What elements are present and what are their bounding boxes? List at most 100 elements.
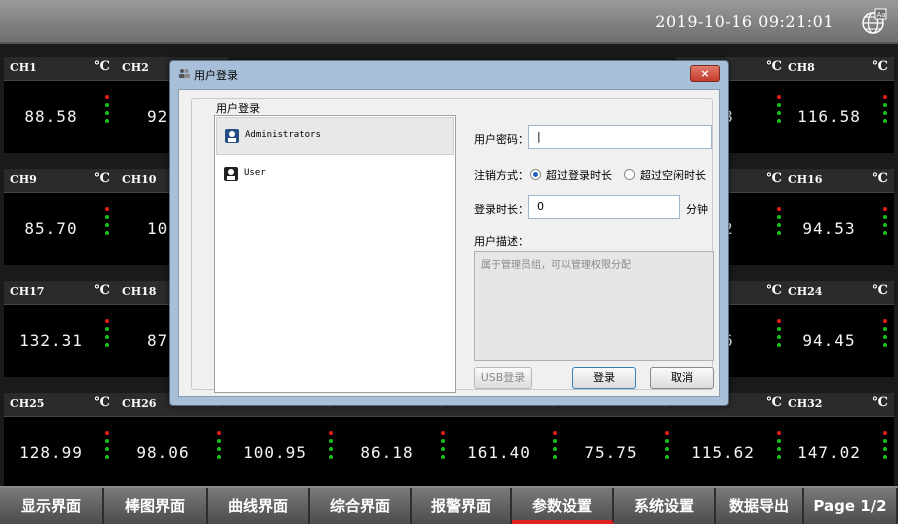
channel-cell[interactable]: CH16 ℃ 94.53 <box>782 169 894 265</box>
channel-name: CH26 <box>122 397 157 410</box>
alarm-indicator-icon <box>105 319 110 355</box>
alarm-indicator-icon <box>217 431 222 467</box>
channel-cell[interactable]: CH9 ℃ 85.70 <box>4 169 116 265</box>
globe-icon[interactable]: Aa <box>860 8 888 36</box>
alarm-indicator-icon <box>883 431 888 467</box>
channel-unit: ℃ <box>94 171 110 186</box>
channel-cell[interactable]: ℃75.75 <box>564 393 676 489</box>
channel-name: CH25 <box>10 397 45 410</box>
channel-value: 85.70 <box>24 219 78 238</box>
channel-value: 94.53 <box>802 219 856 238</box>
channel-name: CH16 <box>788 173 823 186</box>
channel-unit: ℃ <box>872 283 888 298</box>
tab-item[interactable]: 棒图界面 <box>104 488 208 524</box>
channel-row: CH25℃128.99CH26℃98.06℃100.95℃86.18℃161.4… <box>4 393 894 489</box>
tab-item[interactable]: Page 1/2 <box>804 488 898 524</box>
channel-header: CH8 ℃ <box>782 57 894 81</box>
dialog-body: 用户登录 Administrators User 用户密码： | 注销方式： 超… <box>178 89 720 397</box>
user-item-administrators[interactable]: Administrators <box>216 117 454 155</box>
channel-unit: ℃ <box>766 59 782 74</box>
channel-cell[interactable]: ℃161.40 <box>452 393 564 489</box>
user-list[interactable]: Administrators User <box>214 115 456 393</box>
radio-login-duration[interactable] <box>530 169 541 180</box>
usb-login-button[interactable]: USB登录 <box>474 367 532 389</box>
tab-item[interactable]: 曲线界面 <box>208 488 310 524</box>
radio-idle-duration[interactable] <box>624 169 635 180</box>
password-label: 用户密码： <box>474 133 529 146</box>
channel-value: 116.58 <box>797 107 861 126</box>
svg-text:Aa: Aa <box>877 11 886 19</box>
user-name: Administrators <box>245 130 321 140</box>
login-group: 用户登录 Administrators User 用户密码： | 注销方式： 超… <box>191 98 714 393</box>
user-item-user[interactable]: User <box>216 156 454 194</box>
channel-value: 132.31 <box>19 331 83 350</box>
channel-header: CH1 ℃ <box>4 57 116 81</box>
channel-name: CH18 <box>122 285 157 298</box>
radio-idle-duration-label: 超过空闲时长 <box>640 169 706 182</box>
channel-unit: ℃ <box>766 171 782 186</box>
radio-login-duration-label: 超过登录时长 <box>546 169 612 182</box>
top-bar: 2019-10-16 09:21:01 Aa <box>0 0 898 44</box>
channel-header: CH16 ℃ <box>782 169 894 193</box>
dialog-title: 用户登录 <box>194 69 238 82</box>
alarm-indicator-icon <box>883 95 888 131</box>
channel-cell[interactable]: CH24 ℃ 94.45 <box>782 281 894 377</box>
users-icon <box>179 69 190 78</box>
alarm-indicator-icon <box>883 207 888 243</box>
channel-cell[interactable]: ℃ 115.62 <box>676 393 788 489</box>
tab-item[interactable]: 显示界面 <box>0 488 104 524</box>
tab-item[interactable]: 综合界面 <box>310 488 412 524</box>
channel-unit: ℃ <box>94 283 110 298</box>
datetime-display: 2019-10-16 09:21:01 <box>655 12 834 31</box>
channel-header: CH17 ℃ <box>4 281 116 305</box>
channel-cell[interactable]: CH8 ℃ 116.58 <box>782 57 894 153</box>
login-dialog: 用户登录 × 用户登录 Administrators User 用户密码： | … <box>169 60 729 406</box>
login-button[interactable]: 登录 <box>572 367 636 389</box>
channel-name: CH10 <box>122 173 157 186</box>
channel-value: 128.99 <box>19 443 83 462</box>
tab-item[interactable]: 报警界面 <box>412 488 512 524</box>
alarm-indicator-icon <box>105 431 110 467</box>
alarm-indicator-icon <box>441 431 446 467</box>
channel-cell[interactable]: ℃86.18 <box>340 393 452 489</box>
channel-value: 147.02 <box>797 443 861 462</box>
channel-value: 75.75 <box>584 443 638 462</box>
duration-unit: 分钟 <box>686 203 708 216</box>
alarm-indicator-icon <box>105 95 110 131</box>
password-field[interactable]: | <box>528 125 712 149</box>
channel-cell[interactable]: ℃100.95 <box>228 393 340 489</box>
channel-cell[interactable]: CH25 ℃ 128.99 <box>4 393 116 489</box>
channel-value: 94.45 <box>802 331 856 350</box>
channel-name: CH8 <box>788 61 815 74</box>
channel-unit: ℃ <box>872 59 888 74</box>
channel-unit: ℃ <box>766 395 782 410</box>
channel-header: CH24 ℃ <box>782 281 894 305</box>
channel-cell[interactable]: CH32 ℃ 147.02 <box>782 393 894 489</box>
channel-unit: ℃ <box>872 171 888 186</box>
channel-name: CH2 <box>122 61 149 74</box>
alarm-indicator-icon <box>553 431 558 467</box>
alarm-indicator-icon <box>883 319 888 355</box>
channel-name: CH24 <box>788 285 823 298</box>
channel-cell[interactable]: CH17 ℃ 132.31 <box>4 281 116 377</box>
channel-unit: ℃ <box>94 395 110 410</box>
channel-value: 115.62 <box>691 443 755 462</box>
channel-cell[interactable]: CH26℃98.06 <box>116 393 228 489</box>
logout-label: 注销方式： <box>474 169 529 182</box>
user-name: User <box>244 168 266 178</box>
tab-item[interactable]: 数据导出 <box>716 488 804 524</box>
duration-field[interactable]: 0 <box>528 195 680 219</box>
group-label: 用户登录 <box>212 100 264 116</box>
channel-value: 98.06 <box>136 443 190 462</box>
channel-cell[interactable]: CH1 ℃ 88.58 <box>4 57 116 153</box>
channel-unit: ℃ <box>766 283 782 298</box>
alarm-indicator-icon <box>329 431 334 467</box>
channel-unit: ℃ <box>94 59 110 74</box>
tab-item[interactable]: 参数设置 <box>512 488 614 524</box>
channel-name: CH17 <box>10 285 45 298</box>
tab-item[interactable]: 系统设置 <box>614 488 716 524</box>
close-button[interactable]: × <box>690 65 720 82</box>
channel-value: 88.58 <box>24 107 78 126</box>
channel-name: CH32 <box>788 397 823 410</box>
cancel-button[interactable]: 取消 <box>650 367 714 389</box>
